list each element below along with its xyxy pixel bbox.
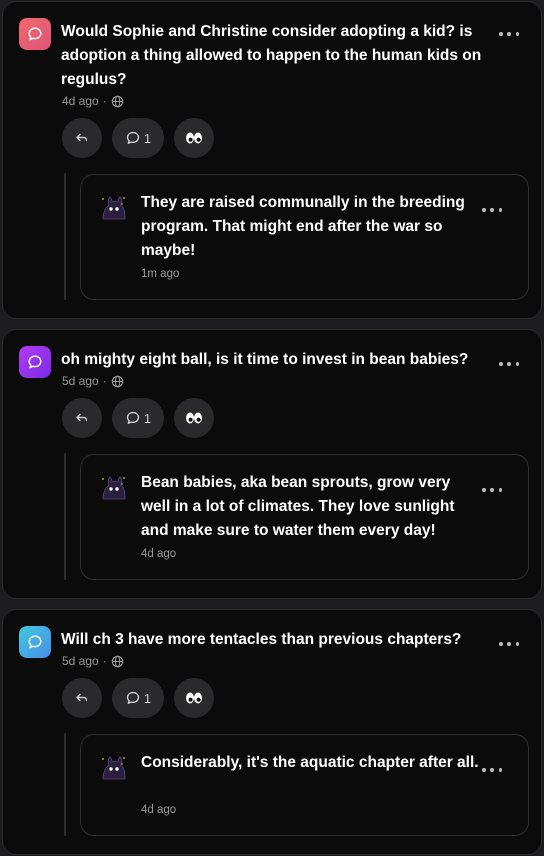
eyes-reaction-button[interactable] (174, 398, 214, 438)
question-card: oh mighty eight ball, is it time to inve… (2, 329, 542, 599)
question-avatar (19, 346, 51, 378)
reply-text: Considerably, it's the aquatic chapter a… (141, 754, 479, 771)
reply-arrow-icon (76, 413, 88, 422)
post-actions: 1 (62, 118, 214, 158)
comment-icon (126, 131, 140, 144)
thread-line (64, 733, 66, 836)
reply-more-options-icon[interactable] (482, 764, 502, 776)
question-card: Would Sophie and Christine consider adop… (2, 1, 542, 319)
comments-button[interactable]: 1 (112, 118, 164, 158)
reply-time: 1m ago (141, 268, 180, 280)
more-options-icon[interactable] (499, 28, 519, 40)
reply-button[interactable] (62, 398, 102, 438)
reply-time: 4d ago (141, 548, 177, 560)
eyes-reaction-button[interactable] (174, 118, 214, 158)
reply-time: 4d ago (141, 804, 177, 816)
reply-text: They are raised communally in the breedi… (141, 194, 465, 259)
chat-bubble-icon (28, 27, 42, 41)
reply-card: Considerably, it's the aquatic chapter a… (80, 734, 529, 836)
more-options-icon[interactable] (499, 358, 519, 370)
thread-line (64, 453, 66, 580)
comments-button[interactable]: 1 (112, 678, 164, 718)
post-actions: 1 (62, 678, 214, 718)
responder-avatar (102, 476, 126, 500)
globe-icon (111, 655, 123, 667)
post-meta: 5d ago · (62, 374, 124, 388)
reply-arrow-icon (76, 133, 88, 142)
comments-button[interactable]: 1 (112, 398, 164, 438)
thread-line (64, 173, 66, 300)
eyes-icon (186, 132, 202, 144)
eyes-reaction-button[interactable] (174, 678, 214, 718)
reply-card: Bean babies, aka bean sprouts, grow very… (80, 454, 529, 580)
reply-button[interactable] (62, 118, 102, 158)
question-avatar (19, 626, 51, 658)
comment-count: 1 (143, 410, 152, 426)
responder-avatar (102, 756, 126, 780)
chat-bubble-icon (28, 635, 42, 649)
eyes-icon (186, 412, 202, 424)
comment-icon (126, 411, 140, 424)
question-text: Will ch 3 have more tentacles than previ… (61, 631, 462, 648)
responder-avatar (102, 196, 126, 220)
post-time: 5d ago (62, 654, 99, 668)
question-text: oh mighty eight ball, is it time to inve… (61, 351, 469, 368)
globe-icon (111, 95, 123, 107)
post-meta: 4d ago · (62, 94, 124, 108)
post-actions: 1 (62, 398, 214, 438)
comment-icon (126, 691, 140, 704)
post-time: 5d ago (62, 374, 99, 388)
more-options-icon[interactable] (499, 638, 519, 650)
eyes-icon (186, 692, 202, 704)
comment-count: 1 (143, 130, 152, 146)
question-text: Would Sophie and Christine consider adop… (61, 23, 482, 88)
reply-card: They are raised communally in the breedi… (80, 174, 529, 300)
post-meta: 5d ago · (62, 654, 124, 668)
comment-count: 1 (143, 690, 152, 706)
globe-icon (111, 375, 123, 387)
question-avatar (19, 18, 51, 50)
post-time: 4d ago (62, 94, 99, 108)
reply-arrow-icon (76, 693, 88, 702)
reply-more-options-icon[interactable] (482, 484, 502, 496)
question-card: Will ch 3 have more tentacles than previ… (2, 609, 542, 855)
reply-more-options-icon[interactable] (482, 204, 502, 216)
reply-button[interactable] (62, 678, 102, 718)
chat-bubble-icon (28, 355, 42, 369)
reply-text: Bean babies, aka bean sprouts, grow very… (141, 474, 455, 539)
